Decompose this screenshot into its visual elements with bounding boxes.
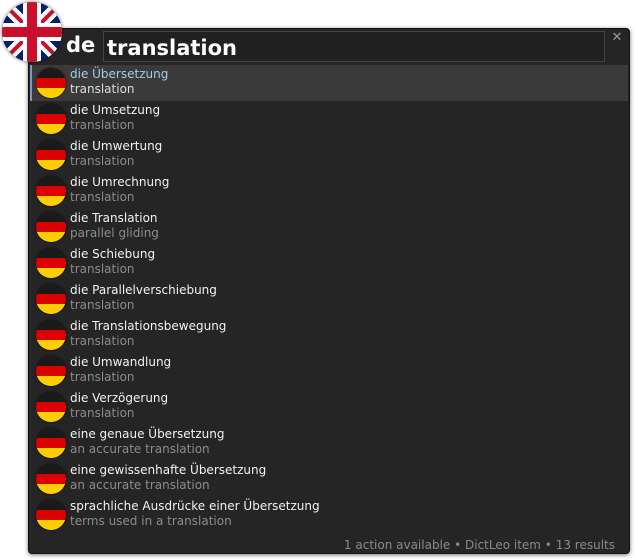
germany-flag-icon	[36, 248, 66, 278]
search-input[interactable]	[103, 31, 605, 62]
germany-flag-icon	[36, 392, 66, 422]
germany-flag-icon	[36, 176, 66, 206]
result-title: die Parallelverschiebung	[70, 283, 217, 297]
germany-flag-icon	[36, 464, 66, 494]
result-subtitle: an accurate translation	[70, 442, 210, 456]
result-title: eine gewissenhafte Übersetzung	[70, 463, 267, 477]
result-title: die Umrechnung	[70, 175, 170, 189]
germany-flag-icon	[36, 284, 66, 314]
result-title: die Umsetzung	[70, 103, 161, 117]
close-icon[interactable]: ✕	[610, 30, 624, 46]
germany-flag-icon	[36, 356, 66, 386]
germany-flag-icon	[36, 140, 66, 170]
result-subtitle: translation	[70, 334, 135, 348]
result-title: die Übersetzung	[70, 67, 169, 81]
result-item[interactable]: die Umrechnung translation	[30, 173, 628, 209]
result-title: die Umwandlung	[70, 355, 172, 369]
germany-flag-icon	[36, 320, 66, 350]
result-item[interactable]: die Parallelverschiebung translation	[30, 281, 628, 317]
result-title: sprachliche Ausdrücke einer Übersetzung	[70, 499, 320, 513]
result-title: die Translation	[70, 211, 158, 225]
germany-flag-icon	[36, 500, 66, 530]
germany-flag-icon	[36, 104, 66, 134]
germany-flag-icon	[36, 428, 66, 458]
germany-flag-icon	[36, 68, 66, 98]
result-item[interactable]: eine gewissenhafte Übersetzung an accurat…	[30, 461, 628, 497]
result-item[interactable]: die Verzögerung translation	[30, 389, 628, 425]
result-item[interactable]: die Translation parallel gliding	[30, 209, 628, 245]
result-item[interactable]: die Umsetzung translation	[30, 101, 628, 137]
result-subtitle: terms used in a translation	[70, 514, 232, 528]
language-code: de	[66, 33, 96, 57]
result-subtitle: translation	[70, 298, 135, 312]
germany-flag-icon	[36, 212, 66, 242]
result-subtitle: parallel gliding	[70, 226, 159, 240]
result-subtitle: an accurate translation	[70, 478, 210, 492]
result-item[interactable]: eine genaue Übersetzung an accurate trans…	[30, 425, 628, 461]
result-subtitle: translation	[70, 82, 135, 96]
result-item[interactable]: die Umwertung translation	[30, 137, 628, 173]
result-item[interactable]: sprachliche Ausdrücke einer Übersetzung t…	[30, 497, 628, 533]
result-title: die Translationsbewegung	[70, 319, 227, 333]
result-title: die Umwertung	[70, 139, 163, 153]
result-subtitle: translation	[70, 118, 135, 132]
result-item[interactable]: die Translationsbewegung translation	[30, 317, 628, 353]
result-item[interactable]: die Schiebung translation	[30, 245, 628, 281]
status-bar: 1 action available • DictLeo item • 13 r…	[343, 538, 615, 552]
results-list: die Übersetzung translation die Umsetzung t…	[30, 65, 628, 533]
result-subtitle: translation	[70, 154, 135, 168]
result-subtitle: translation	[70, 190, 135, 204]
result-subtitle: translation	[70, 262, 135, 276]
result-title: die Schiebung	[70, 247, 156, 261]
result-subtitle: translation	[70, 406, 135, 420]
result-title: die Verzögerung	[70, 391, 169, 405]
result-item[interactable]: die Umwandlung translation	[30, 353, 628, 389]
result-title: eine genaue Übersetzung	[70, 427, 225, 441]
result-item[interactable]: die Übersetzung translation	[30, 65, 628, 101]
uk-flag-icon	[2, 2, 62, 62]
result-subtitle: translation	[70, 370, 135, 384]
